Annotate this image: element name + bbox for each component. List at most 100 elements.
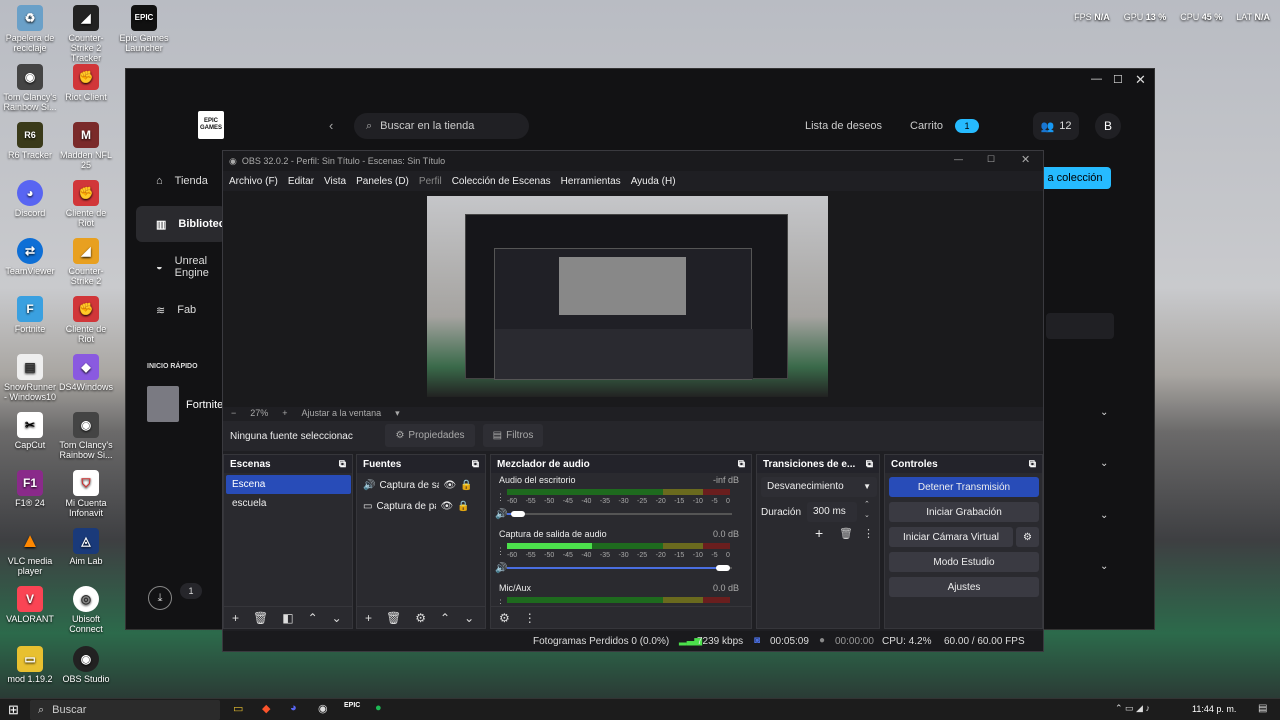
- menu-scene-collection[interactable]: Colección de Escenas: [452, 176, 551, 187]
- stop-streaming-button[interactable]: Detener Transmisión: [889, 477, 1039, 497]
- menu-dots-icon[interactable]: ⋮: [863, 527, 874, 540]
- gear-icon[interactable]: ⚙: [415, 611, 426, 625]
- desktop-icon[interactable]: ◎ Ubisoft Connect: [58, 586, 114, 634]
- cart-link[interactable]: Carrito: [910, 120, 943, 132]
- brave-icon[interactable]: ◆: [262, 702, 270, 715]
- properties-button[interactable]: ⚙ Propiedades: [385, 424, 475, 447]
- studio-mode-button[interactable]: Modo Estudio: [889, 552, 1039, 572]
- lock-icon[interactable]: 🔒: [457, 501, 469, 512]
- scene-item[interactable]: escuela: [232, 498, 266, 509]
- chevron-down-icon[interactable]: ⌄: [1100, 561, 1108, 572]
- clock[interactable]: 11:44 p. m.: [1192, 704, 1236, 714]
- eye-icon[interactable]: 👁: [440, 501, 453, 512]
- downloads-icon[interactable]: ⤓: [148, 586, 172, 610]
- chevron-up-icon[interactable]: ⌃: [440, 611, 450, 625]
- taskbar-search[interactable]: ⌕ Buscar: [30, 700, 220, 720]
- nav-store[interactable]: ⌂ Tienda: [136, 163, 226, 199]
- menu-profile[interactable]: Perfil: [419, 176, 442, 187]
- menu-dots-icon[interactable]: ⋮: [496, 546, 505, 557]
- desktop-icon[interactable]: ◕ Discord: [2, 180, 58, 218]
- speaker-icon[interactable]: 🔊: [495, 509, 507, 520]
- speaker-icon[interactable]: 🔊: [495, 563, 507, 574]
- menu-dots-icon[interactable]: ⋮: [524, 611, 536, 625]
- desktop-icon[interactable]: ◉ OBS Studio: [58, 646, 114, 684]
- wishlist-link[interactable]: Lista de deseos: [805, 120, 882, 132]
- source-item[interactable]: ▭ Captura de pa 👁 🔒: [363, 498, 483, 514]
- menu-edit[interactable]: Editar: [288, 176, 314, 187]
- desktop-icon[interactable]: ◉ Tom Clancy's Rainbow Si...: [2, 64, 58, 112]
- menu-file[interactable]: Archivo (F): [229, 176, 278, 187]
- chevron-up-icon[interactable]: ⌃: [864, 500, 870, 508]
- obs-studio-icon[interactable]: ◉: [318, 702, 328, 715]
- preview-area[interactable]: [223, 191, 1043, 407]
- desktop-icon[interactable]: ✊ Riot Client: [58, 64, 114, 102]
- add-icon[interactable]: +: [365, 611, 372, 625]
- zoom-out-icon[interactable]: −: [231, 408, 236, 418]
- undock-icon[interactable]: ⧉: [339, 459, 346, 470]
- file-explorer-icon[interactable]: ▭: [233, 702, 243, 715]
- desktop-icon[interactable]: ◉ Tom Clancy's Rainbow Si...: [58, 412, 114, 460]
- spotify-icon[interactable]: ●: [375, 702, 382, 714]
- minimize-icon[interactable]: —: [1091, 73, 1102, 85]
- add-collection-button[interactable]: a colección: [1039, 167, 1111, 189]
- close-icon[interactable]: ✕: [1021, 153, 1030, 166]
- epic-logo[interactable]: EPIC GAMES: [198, 111, 224, 139]
- desktop-icon[interactable]: R6 R6 Tracker: [2, 122, 58, 160]
- volume-knob[interactable]: [716, 565, 731, 571]
- system-tray-icons[interactable]: ⌃ ▭ ◢ ♪: [1115, 703, 1150, 714]
- desktop-icon[interactable]: ▭ mod 1.19.2: [2, 646, 58, 684]
- back-icon[interactable]: ‹: [329, 118, 333, 133]
- menu-help[interactable]: Ayuda (H): [631, 176, 676, 187]
- settings-button[interactable]: Ajustes: [889, 577, 1039, 597]
- undock-icon[interactable]: ⧉: [738, 459, 745, 470]
- desktop-icon[interactable]: ⛉ Mi Cuenta Infonavit: [58, 470, 114, 518]
- start-virtual-camera-button[interactable]: Iniciar Cámara Virtual: [889, 527, 1013, 547]
- nav-library[interactable]: ▥ Biblioteca: [136, 206, 231, 242]
- undock-icon[interactable]: ⧉: [1029, 459, 1036, 470]
- zoom-in-icon[interactable]: +: [282, 408, 287, 418]
- trash-icon[interactable]: 🗑: [253, 611, 268, 625]
- volume-track[interactable]: [507, 513, 732, 515]
- desktop-icon[interactable]: ✊ Cliente de Riot: [58, 296, 114, 344]
- desktop-icon[interactable]: V VALORANT: [2, 586, 58, 624]
- search-box[interactable]: ⌕ Buscar en la tienda: [354, 113, 529, 139]
- filter-icon[interactable]: ◧: [282, 611, 293, 625]
- add-icon[interactable]: +: [232, 611, 239, 625]
- friends-button[interactable]: 👥 12: [1033, 112, 1079, 140]
- maximize-icon[interactable]: ☐: [987, 154, 995, 165]
- nav-fab[interactable]: ≋ Fab: [136, 292, 226, 328]
- desktop-icon[interactable]: ♻ Papelera de reciclaje: [2, 5, 58, 53]
- desktop-icon[interactable]: ⇄ TeamViewer: [2, 238, 58, 276]
- nav-unreal[interactable]: ◒ Unreal Engine: [136, 249, 226, 285]
- desktop-icon[interactable]: ◬ Aim Lab: [58, 528, 114, 566]
- menu-docks[interactable]: Paneles (D): [356, 176, 409, 187]
- fortnite-thumbnail[interactable]: [147, 386, 179, 422]
- desktop-icon[interactable]: M Madden NFL 25: [58, 122, 114, 170]
- lock-icon[interactable]: 🔒: [460, 480, 472, 491]
- windows-start-icon[interactable]: ⊞: [8, 702, 19, 718]
- notifications-icon[interactable]: ▤: [1258, 703, 1267, 714]
- desktop-icon[interactable]: ◢ Counter-Strike 2 Tracker: [58, 5, 114, 63]
- desktop-icon[interactable]: ✊ Cliente de Riot: [58, 180, 114, 228]
- chevron-down-icon[interactable]: ⌄: [464, 611, 474, 625]
- avatar[interactable]: B: [1095, 113, 1121, 139]
- trash-icon[interactable]: 🗑: [386, 611, 401, 625]
- scene-item[interactable]: Escena: [226, 475, 351, 494]
- volume-knob[interactable]: [511, 511, 526, 517]
- desktop-icon[interactable]: ◢ Counter-Strike 2: [58, 238, 114, 286]
- epic-games-icon[interactable]: EPIC: [344, 702, 360, 709]
- eye-icon[interactable]: 👁: [443, 480, 456, 491]
- trash-icon[interactable]: 🗑: [839, 527, 853, 540]
- virtual-camera-settings-button[interactable]: ⚙: [1016, 527, 1039, 547]
- discord-icon[interactable]: ◕: [290, 702, 297, 714]
- transition-select[interactable]: Desvanecimiento ▼: [761, 477, 877, 497]
- desktop-icon[interactable]: F Fortnite: [2, 296, 58, 334]
- desktop-icon[interactable]: ▲ VLC media player: [2, 528, 58, 576]
- chevron-down-icon[interactable]: ⌄: [1100, 458, 1108, 469]
- mixer-settings-icon[interactable]: ⚙: [499, 611, 510, 625]
- duration-input[interactable]: 300 ms: [807, 502, 857, 522]
- chevron-up-icon[interactable]: ⌃: [308, 611, 318, 625]
- filters-button[interactable]: ▤ Filtros: [483, 424, 543, 447]
- maximize-icon[interactable]: ☐: [1113, 73, 1123, 86]
- menu-view[interactable]: Vista: [324, 176, 346, 187]
